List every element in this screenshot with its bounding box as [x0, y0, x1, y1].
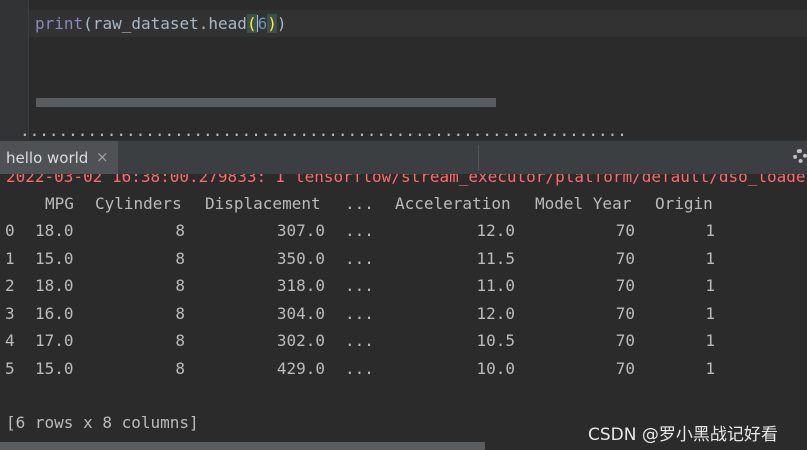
table-cell: 8: [175, 331, 185, 350]
table-cell: 1: [705, 221, 715, 240]
clipped-text-line: ........................................…: [20, 128, 627, 140]
table-cell: ...: [345, 249, 374, 268]
row-index: 1: [5, 249, 15, 268]
column-header: Acceleration: [395, 194, 511, 213]
row-index: 3: [5, 304, 15, 323]
table-cell: 1: [705, 331, 715, 350]
run-console[interactable]: 2022-03-02 16:38:00.279833: I tensorflow…: [0, 174, 807, 450]
column-header: Cylinders: [95, 194, 182, 213]
table-row: 5 15.0 8 429.0 ... 10.0 70 1: [0, 358, 807, 380]
table-cell: 1: [705, 304, 715, 323]
table-cell: 318.0: [276, 276, 325, 295]
table-cell: 10.5: [476, 331, 515, 350]
column-header: Displacement: [205, 194, 321, 213]
table-cell: 17.0: [35, 331, 74, 350]
close-icon[interactable]: ×: [96, 148, 109, 166]
table-cell: 15.0: [35, 359, 74, 378]
column-header: MPG: [45, 194, 74, 213]
row-index: 2: [5, 276, 15, 295]
table-cell: ...: [345, 359, 374, 378]
table-header-row: MPG Cylinders Displacement ... Accelerat…: [0, 193, 807, 215]
table-cell: 8: [175, 359, 185, 378]
table-cell: 70: [615, 221, 635, 240]
console-horizontal-scrollbar[interactable]: [0, 442, 485, 450]
stderr-log-line: 2022-03-02 16:38:00.279833: I tensorflow…: [6, 174, 807, 186]
code-line[interactable]: print(raw_dataset.head(6)): [35, 13, 287, 35]
table-cell: 70: [615, 331, 635, 350]
table-cell: 1: [705, 359, 715, 378]
row-index: 4: [5, 331, 15, 350]
gear-icon[interactable]: [793, 149, 807, 163]
tabbar-divider: [478, 145, 479, 171]
table-cell: 1: [705, 276, 715, 295]
csdn-watermark: CSDN @罗小黑战记好看: [588, 425, 778, 445]
row-index: 5: [5, 359, 15, 378]
matched-paren-open: (: [246, 14, 257, 33]
table-cell: 8: [175, 221, 185, 240]
argument-number: 6: [257, 14, 268, 33]
tab-label: hello world: [6, 149, 89, 167]
table-cell: ...: [345, 304, 374, 323]
table-cell: 11.5: [476, 249, 515, 268]
table-cell: 70: [615, 276, 635, 295]
table-row: 4 17.0 8 302.0 ... 10.5 70 1: [0, 330, 807, 352]
table-row: 1 15.0 8 350.0 ... 11.5 70 1: [0, 248, 807, 270]
table-cell: 429.0: [276, 359, 325, 378]
table-cell: 18.0: [35, 276, 74, 295]
table-cell: 12.0: [476, 304, 515, 323]
table-cell: 8: [175, 276, 185, 295]
table-row: 0 18.0 8 307.0 ... 12.0 70 1: [0, 220, 807, 242]
table-row: 2 18.0 8 318.0 ... 11.0 70 1: [0, 275, 807, 297]
editor-horizontal-scrollbar[interactable]: [36, 98, 496, 107]
table-cell: 16.0: [35, 304, 74, 323]
editor-gutter: [0, 0, 28, 140]
table-cell: 11.0: [476, 276, 515, 295]
run-tool-window-tabbar: hello world ×: [0, 140, 807, 175]
table-summary: [6 rows x 8 columns]: [6, 413, 199, 432]
column-header: ...: [345, 194, 374, 213]
paren-close: ): [276, 14, 287, 33]
table-cell: 304.0: [276, 304, 325, 323]
column-header: Model Year: [535, 194, 632, 213]
table-cell: 70: [615, 249, 635, 268]
table-cell: 10.0: [476, 359, 515, 378]
table-cell: 15.0: [35, 249, 74, 268]
table-cell: 70: [615, 304, 635, 323]
table-cell: 307.0: [276, 221, 325, 240]
table-cell: 8: [175, 249, 185, 268]
table-row: 3 16.0 8 304.0 ... 12.0 70 1: [0, 303, 807, 325]
builtin-print: print: [35, 14, 84, 33]
table-cell: 18.0: [35, 221, 74, 240]
method-call: raw_dataset.head: [92, 14, 247, 33]
table-cell: 12.0: [476, 221, 515, 240]
paren-open: (: [83, 14, 93, 33]
table-cell: 8: [175, 304, 185, 323]
table-cell: ...: [345, 331, 374, 350]
table-cell: 302.0: [276, 331, 325, 350]
table-cell: ...: [345, 276, 374, 295]
table-cell: 1: [705, 249, 715, 268]
table-cell: 350.0: [276, 249, 325, 268]
row-index: 0: [5, 221, 15, 240]
column-header: Origin: [655, 194, 713, 213]
table-cell: 70: [615, 359, 635, 378]
table-cell: ...: [345, 221, 374, 240]
code-editor[interactable]: print(raw_dataset.head(6)) .............…: [0, 0, 807, 140]
tab-hello-world[interactable]: hello world ×: [0, 141, 118, 174]
matched-paren-close: ): [267, 14, 277, 33]
